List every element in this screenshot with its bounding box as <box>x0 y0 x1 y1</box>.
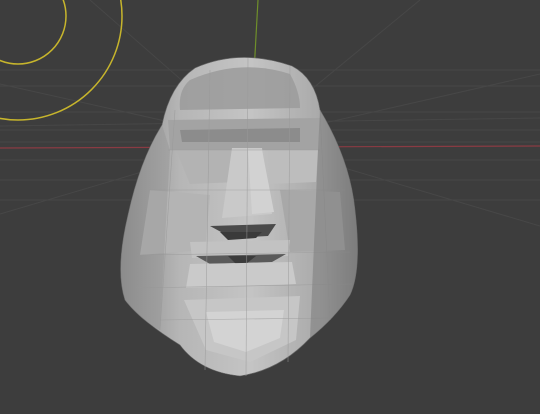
3d-viewport[interactable] <box>0 0 540 414</box>
viewport-canvas[interactable] <box>0 0 540 414</box>
